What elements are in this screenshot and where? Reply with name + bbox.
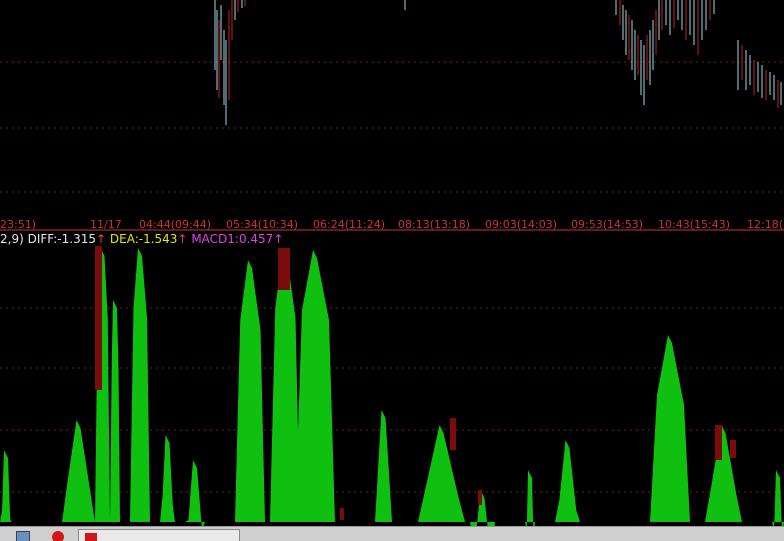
dea-arrow: ↑: [177, 232, 188, 246]
macd-bar: [418, 425, 465, 522]
time-label: 09:53(14:53): [571, 218, 643, 231]
macd-bar: [478, 490, 482, 505]
time-label: 23:51): [0, 218, 36, 231]
time-label: 12:18(1: [747, 218, 784, 231]
macd-bar: [705, 425, 742, 522]
macd-bar: [235, 260, 265, 522]
macd-bar: [278, 248, 290, 290]
macd-bar: [110, 300, 120, 522]
time-label: 05:34(10:34): [226, 218, 298, 231]
diff-value: DIFF:-1.315: [27, 232, 96, 246]
time-label: 09:03(14:03): [485, 218, 557, 231]
macd-histogram: [0, 246, 784, 526]
chart-area[interactable]: 23:51) 11/17 04:44(09:44) 05:34(10:34) 06:24…: [0, 0, 784, 526]
time-label: 11/17: [90, 218, 122, 231]
dea-value: DEA:-1.543: [109, 232, 178, 246]
macd-bar: [650, 335, 690, 522]
macd-bar: [715, 425, 722, 460]
macd-bar: [470, 490, 495, 526]
time-label: 08:13(13:18): [398, 218, 470, 231]
macd-bar: [450, 418, 456, 450]
taskbar: [0, 526, 784, 541]
macd-value: MACD1:0.457: [191, 232, 274, 246]
macd-bar: [730, 440, 736, 458]
macd-arrow: ↑: [273, 232, 284, 246]
time-axis: 23:51) 11/17 04:44(09:44) 05:34(10:34) 06:24…: [0, 218, 784, 231]
indicator-legend: 2,9) DIFF:-1.315↑ DEA:-1.543↑ MACD1:0.45…: [0, 232, 283, 248]
indicator-params: 2,9): [0, 232, 24, 246]
macd-bar: [295, 250, 335, 522]
taskbar-window-button[interactable]: [78, 529, 240, 541]
macd-bar: [772, 470, 784, 526]
macd-bar: [525, 470, 535, 526]
diff-arrow: ↑: [95, 232, 107, 246]
time-label: 04:44(09:44): [139, 218, 211, 231]
macd-bar: [95, 246, 102, 390]
macd-bar: [160, 435, 175, 522]
macd-bar: [185, 460, 205, 526]
macd-bar: [555, 440, 580, 522]
macd-bar: [0, 450, 12, 522]
macd-bar: [375, 410, 392, 522]
macd-bar: [340, 508, 344, 520]
macd-bar: [130, 248, 150, 522]
time-label: 10:43(15:43): [658, 218, 730, 231]
macd-bar: [62, 420, 95, 522]
time-label: 06:24(11:24): [313, 218, 385, 231]
